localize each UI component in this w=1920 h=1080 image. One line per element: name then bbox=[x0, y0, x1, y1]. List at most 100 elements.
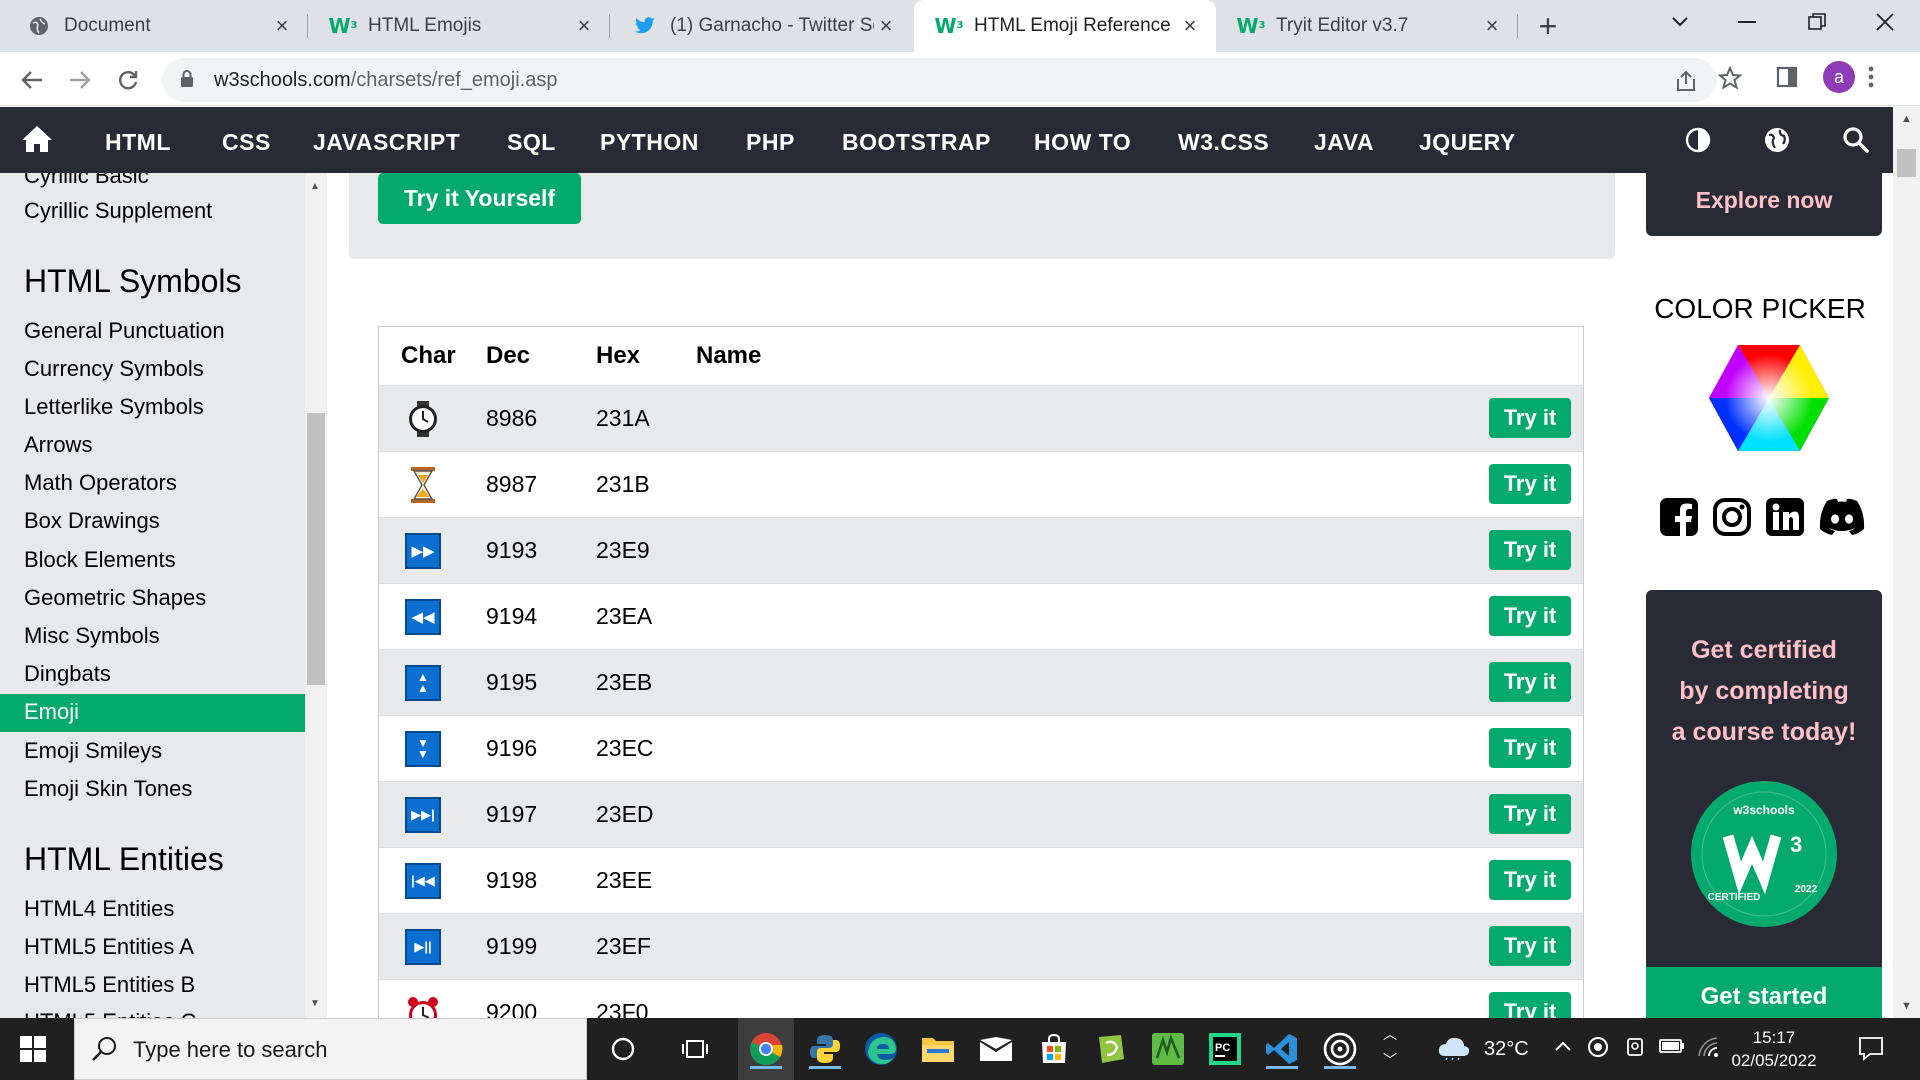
sidebar-item-dingbats[interactable]: Dingbats bbox=[24, 661, 111, 687]
nav-bootstrap[interactable]: BOOTSTRAP bbox=[842, 129, 991, 156]
nav-jquery[interactable]: JQUERY bbox=[1419, 129, 1516, 156]
close-icon[interactable]: × bbox=[874, 13, 898, 38]
taskbar-clock[interactable]: 15:17 02/05/2022 bbox=[1728, 1026, 1820, 1072]
try-it-button[interactable]: Try it bbox=[1489, 662, 1571, 702]
sidebar-item-general-punctuation[interactable]: General Punctuation bbox=[24, 318, 225, 344]
scroll-up-arrow-icon[interactable]: ▲ bbox=[310, 181, 320, 192]
close-icon[interactable]: × bbox=[572, 13, 596, 38]
discord-icon[interactable] bbox=[1814, 495, 1870, 539]
color-picker-hexagon-icon[interactable] bbox=[1707, 343, 1831, 458]
tab-search-chevron-down-icon[interactable] bbox=[1645, 0, 1715, 44]
search-icon[interactable] bbox=[1840, 124, 1872, 156]
tab-html-emoji-reference[interactable]: W3 HTML Emoji Reference × bbox=[914, 0, 1216, 52]
chrome-icon[interactable] bbox=[746, 1029, 786, 1069]
nav-css[interactable]: CSS bbox=[222, 129, 271, 156]
weather-temperature[interactable]: 32°C bbox=[1484, 1038, 1529, 1061]
new-tab-button[interactable]: + bbox=[1530, 8, 1566, 44]
scroll-down-arrow-icon[interactable]: ▼ bbox=[1901, 1000, 1912, 1012]
notifications-icon[interactable] bbox=[1858, 1035, 1884, 1066]
scroll-down-arrow-icon[interactable]: ▼ bbox=[310, 998, 320, 1009]
show-hidden-icons-chevron-icon[interactable] bbox=[1554, 1036, 1572, 1057]
page-scrollbar-thumb[interactable] bbox=[1897, 149, 1916, 177]
page-scrollbar[interactable]: ▲ ▼ bbox=[1893, 107, 1920, 1018]
facebook-icon[interactable] bbox=[1657, 495, 1701, 539]
sidebar-item-math-operators[interactable]: Math Operators bbox=[24, 470, 177, 496]
try-it-button[interactable]: Try it bbox=[1489, 860, 1571, 900]
sidebar-item-misc-symbols[interactable]: Misc Symbols bbox=[24, 623, 160, 649]
try-it-button[interactable]: Try it bbox=[1489, 728, 1571, 768]
sidebar-item-box-drawings[interactable]: Box Drawings bbox=[24, 508, 160, 534]
close-window-button[interactable] bbox=[1850, 0, 1920, 44]
sidebar-item-geometric-shapes[interactable]: Geometric Shapes bbox=[24, 585, 206, 611]
record-icon[interactable] bbox=[1587, 1036, 1609, 1063]
try-it-button[interactable]: Try it bbox=[1489, 398, 1571, 438]
tab-twitter[interactable]: (1) Garnacho - Twitter Sea × bbox=[610, 0, 912, 52]
battery-icon[interactable] bbox=[1659, 1038, 1685, 1059]
vscode-icon[interactable] bbox=[1262, 1029, 1302, 1069]
contrast-icon[interactable] bbox=[1682, 124, 1714, 156]
instagram-icon[interactable] bbox=[1710, 495, 1754, 539]
weather-cloud-icon[interactable] bbox=[1437, 1034, 1471, 1065]
sidebar-item-block-elements[interactable]: Block Elements bbox=[24, 547, 176, 573]
sidebar-item-letterlike-symbols[interactable]: Letterlike Symbols bbox=[24, 394, 204, 420]
url-bar[interactable]: w3schools.com/charsets/ref_emoji.asp bbox=[162, 58, 1717, 102]
sidebar-scrollbar[interactable]: ▲ ▼ bbox=[305, 173, 327, 1018]
sidebar-item-html4-entities[interactable]: HTML4 Entities bbox=[24, 896, 174, 922]
tab-html-emojis[interactable]: W3 HTML Emojis × bbox=[308, 0, 610, 52]
try-it-button[interactable]: Try it bbox=[1489, 794, 1571, 834]
tab-document[interactable]: Document × bbox=[0, 0, 308, 52]
notepad-plus-icon[interactable] bbox=[1091, 1029, 1131, 1069]
forward-arrow-icon[interactable] bbox=[60, 60, 100, 100]
get-started-button[interactable]: Get started bbox=[1646, 967, 1882, 1018]
nav-javascript[interactable]: JAVASCRIPT bbox=[313, 129, 460, 156]
try-it-button[interactable]: Try it bbox=[1489, 992, 1571, 1018]
mail-icon[interactable] bbox=[976, 1029, 1016, 1069]
wifi-icon[interactable] bbox=[1697, 1036, 1719, 1063]
scroll-up-arrow-icon[interactable]: ▲ bbox=[1901, 113, 1912, 125]
sidebar-item-emoji-skin-tones[interactable]: Emoji Skin Tones bbox=[24, 776, 192, 802]
profile-avatar[interactable]: a bbox=[1823, 61, 1855, 93]
nav-sql[interactable]: SQL bbox=[507, 129, 556, 156]
try-it-button[interactable]: Try it bbox=[1489, 530, 1571, 570]
linkedin-icon[interactable] bbox=[1763, 495, 1807, 539]
back-arrow-icon[interactable] bbox=[12, 60, 52, 100]
bookmark-star-icon[interactable] bbox=[1717, 65, 1743, 95]
minimize-button[interactable] bbox=[1712, 0, 1782, 44]
sidebar-item-emoji-smileys[interactable]: Emoji Smileys bbox=[24, 738, 162, 764]
pycharm-icon[interactable]: PC bbox=[1205, 1029, 1245, 1069]
file-explorer-icon[interactable] bbox=[918, 1029, 958, 1069]
nav-html[interactable]: HTML bbox=[105, 129, 171, 156]
nav-php[interactable]: PHP bbox=[746, 129, 795, 156]
nav-java[interactable]: JAVA bbox=[1314, 129, 1374, 156]
try-it-yourself-button[interactable]: Try it Yourself bbox=[378, 173, 581, 224]
restore-button[interactable] bbox=[1782, 0, 1852, 44]
taskbar-scroll-up-icon[interactable]: ︿ bbox=[1383, 1024, 1397, 1044]
close-icon[interactable]: × bbox=[1480, 13, 1504, 38]
kebab-menu-icon[interactable] bbox=[1868, 66, 1874, 93]
globe-icon[interactable] bbox=[1761, 124, 1793, 156]
sidebar-item-arrows[interactable]: Arrows bbox=[24, 432, 92, 458]
sublime-icon[interactable] bbox=[1148, 1029, 1188, 1069]
python-icon[interactable] bbox=[805, 1029, 845, 1069]
try-it-button[interactable]: Try it bbox=[1489, 464, 1571, 504]
side-panel-icon[interactable] bbox=[1776, 66, 1798, 93]
nav-python[interactable]: PYTHON bbox=[600, 129, 699, 156]
tab-tryit-editor[interactable]: W3 Tryit Editor v3.7 × bbox=[1216, 0, 1518, 52]
home-icon[interactable] bbox=[20, 124, 54, 159]
sidebar-scrollbar-thumb[interactable] bbox=[307, 413, 325, 685]
sidebar-item-currency-symbols[interactable]: Currency Symbols bbox=[24, 356, 204, 382]
close-icon[interactable]: × bbox=[270, 13, 294, 38]
try-it-button[interactable]: Try it bbox=[1489, 926, 1571, 966]
sidebar-item-cyrillic-supplement[interactable]: Cyrillic Supplement bbox=[24, 198, 212, 224]
sidebar-item-html5-entities-c[interactable]: HTML5 Entities C bbox=[24, 1009, 196, 1018]
nav-w3css[interactable]: W3.CSS bbox=[1178, 129, 1269, 156]
explore-now-link[interactable]: Explore now bbox=[1646, 187, 1882, 214]
microsoft-store-icon[interactable] bbox=[1034, 1029, 1074, 1069]
obs-icon[interactable] bbox=[1320, 1029, 1360, 1069]
sidebar-item-cyrillic-basic[interactable]: Cyrillic Basic bbox=[24, 173, 149, 189]
nav-how-to[interactable]: HOW TO bbox=[1034, 129, 1131, 156]
reload-icon[interactable] bbox=[108, 60, 148, 100]
sidebar-item-html5-entities-a[interactable]: HTML5 Entities A bbox=[24, 934, 194, 960]
meet-now-camera-icon[interactable] bbox=[1625, 1035, 1645, 1064]
sidebar-item-emoji-active[interactable]: Emoji bbox=[0, 694, 305, 732]
